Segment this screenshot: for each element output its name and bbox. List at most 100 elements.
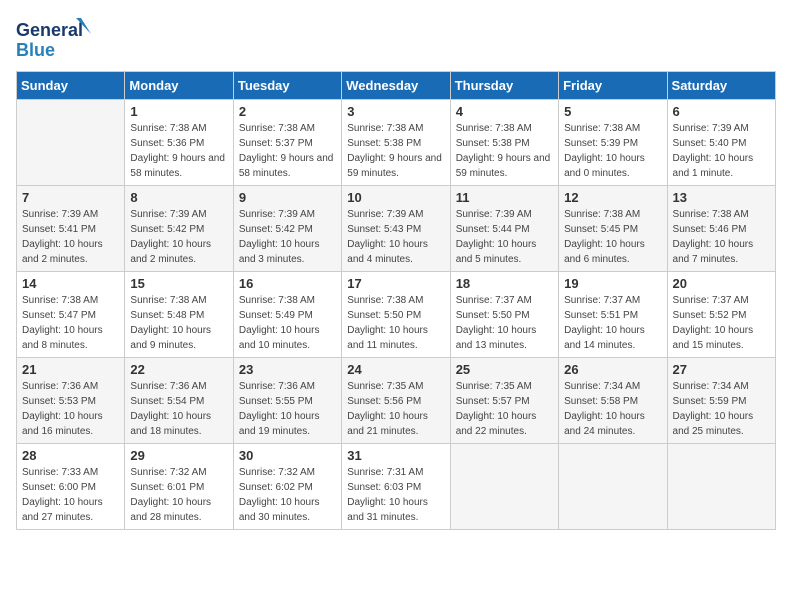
header-cell-monday: Monday	[125, 72, 233, 100]
calendar-cell: 24 Sunrise: 7:35 AMSunset: 5:56 PMDayligh…	[342, 358, 450, 444]
day-info: Sunrise: 7:35 AMSunset: 5:57 PMDaylight:…	[456, 379, 553, 439]
day-number: 19	[564, 276, 661, 291]
calendar-cell: 28 Sunrise: 7:33 AMSunset: 6:00 PMDayligh…	[17, 444, 125, 530]
header-cell-wednesday: Wednesday	[342, 72, 450, 100]
day-number: 8	[130, 190, 227, 205]
calendar-cell: 15 Sunrise: 7:38 AMSunset: 5:48 PMDayligh…	[125, 272, 233, 358]
calendar-cell: 4Sunrise: 7:38 AMSunset: 5:38 PMDaylight…	[450, 100, 558, 186]
calendar-cell: 17 Sunrise: 7:38 AMSunset: 5:50 PMDayligh…	[342, 272, 450, 358]
header-cell-thursday: Thursday	[450, 72, 558, 100]
day-number: 12	[564, 190, 661, 205]
calendar-cell: 7 Sunrise: 7:39 AMSunset: 5:41 PMDaylight…	[17, 186, 125, 272]
calendar-cell	[450, 444, 558, 530]
day-info: Sunrise: 7:39 AMSunset: 5:43 PMDaylight:…	[347, 207, 444, 267]
day-number: 23	[239, 362, 336, 377]
day-number: 22	[130, 362, 227, 377]
day-info: Sunrise: 7:37 AMSunset: 5:50 PMDaylight:…	[456, 293, 553, 353]
day-number: 6	[673, 104, 770, 119]
day-number: 21	[22, 362, 119, 377]
day-number: 31	[347, 448, 444, 463]
day-info: Sunrise: 7:37 AMSunset: 5:51 PMDaylight:…	[564, 293, 661, 353]
day-number: 7	[22, 190, 119, 205]
day-info: Sunrise: 7:38 AMSunset: 5:50 PMDaylight:…	[347, 293, 444, 353]
day-number: 2	[239, 104, 336, 119]
header-row: SundayMondayTuesdayWednesdayThursdayFrid…	[17, 72, 776, 100]
day-info: Sunrise: 7:38 AMSunset: 5:48 PMDaylight:…	[130, 293, 227, 353]
day-number: 27	[673, 362, 770, 377]
page-header: GeneralBlue	[16, 16, 776, 61]
calendar-week-3: 14Sunrise: 7:38 AMSunset: 5:47 PMDayligh…	[17, 272, 776, 358]
day-number: 16	[239, 276, 336, 291]
day-number: 4	[456, 104, 553, 119]
day-number: 15	[130, 276, 227, 291]
day-info: Sunrise: 7:38 AMSunset: 5:47 PMDaylight:…	[22, 293, 119, 353]
day-info: Sunrise: 7:39 AMSunset: 5:42 PMDaylight:…	[130, 207, 227, 267]
day-info: Sunrise: 7:31 AMSunset: 6:03 PMDaylight:…	[347, 465, 444, 525]
calendar-cell: 31 Sunrise: 7:31 AMSunset: 6:03 PMDayligh…	[342, 444, 450, 530]
day-info: Sunrise: 7:38 AMSunset: 5:36 PMDaylight:…	[130, 121, 227, 181]
day-number: 28	[22, 448, 119, 463]
calendar-cell	[559, 444, 667, 530]
calendar-cell: 1 Sunrise: 7:38 AMSunset: 5:36 PMDaylight…	[125, 100, 233, 186]
day-info: Sunrise: 7:35 AMSunset: 5:56 PMDaylight:…	[347, 379, 444, 439]
calendar-week-4: 21 Sunrise: 7:36 AMSunset: 5:53 PMDayligh…	[17, 358, 776, 444]
calendar-cell: 9Sunrise: 7:39 AMSunset: 5:42 PMDaylight…	[233, 186, 341, 272]
day-info: Sunrise: 7:38 AMSunset: 5:45 PMDaylight:…	[564, 207, 661, 267]
day-number: 5	[564, 104, 661, 119]
calendar-cell: 30Sunrise: 7:32 AMSunset: 6:02 PMDayligh…	[233, 444, 341, 530]
day-info: Sunrise: 7:38 AMSunset: 5:38 PMDaylight:…	[347, 121, 444, 181]
logo-svg: GeneralBlue	[16, 16, 96, 61]
day-number: 3	[347, 104, 444, 119]
calendar-cell: 2 Sunrise: 7:38 AMSunset: 5:37 PMDaylight…	[233, 100, 341, 186]
day-info: Sunrise: 7:39 AMSunset: 5:40 PMDaylight:…	[673, 121, 770, 181]
day-info: Sunrise: 7:36 AMSunset: 5:55 PMDaylight:…	[239, 379, 336, 439]
day-number: 20	[673, 276, 770, 291]
day-info: Sunrise: 7:37 AMSunset: 5:52 PMDaylight:…	[673, 293, 770, 353]
calendar-cell	[17, 100, 125, 186]
day-info: Sunrise: 7:36 AMSunset: 5:54 PMDaylight:…	[130, 379, 227, 439]
header-cell-friday: Friday	[559, 72, 667, 100]
day-info: Sunrise: 7:36 AMSunset: 5:53 PMDaylight:…	[22, 379, 119, 439]
calendar-cell: 20 Sunrise: 7:37 AMSunset: 5:52 PMDayligh…	[667, 272, 775, 358]
day-info: Sunrise: 7:39 AMSunset: 5:44 PMDaylight:…	[456, 207, 553, 267]
calendar-cell: 18 Sunrise: 7:37 AMSunset: 5:50 PMDayligh…	[450, 272, 558, 358]
day-number: 18	[456, 276, 553, 291]
calendar-table: SundayMondayTuesdayWednesdayThursdayFrid…	[16, 71, 776, 530]
day-info: Sunrise: 7:33 AMSunset: 6:00 PMDaylight:…	[22, 465, 119, 525]
day-number: 29	[130, 448, 227, 463]
calendar-cell: 29Sunrise: 7:32 AMSunset: 6:01 PMDayligh…	[125, 444, 233, 530]
day-info: Sunrise: 7:39 AMSunset: 5:41 PMDaylight:…	[22, 207, 119, 267]
day-info: Sunrise: 7:34 AMSunset: 5:59 PMDaylight:…	[673, 379, 770, 439]
calendar-cell: 27 Sunrise: 7:34 AMSunset: 5:59 PMDayligh…	[667, 358, 775, 444]
calendar-cell: 12 Sunrise: 7:38 AMSunset: 5:45 PMDayligh…	[559, 186, 667, 272]
header-cell-sunday: Sunday	[17, 72, 125, 100]
calendar-cell: 3 Sunrise: 7:38 AMSunset: 5:38 PMDaylight…	[342, 100, 450, 186]
day-number: 17	[347, 276, 444, 291]
calendar-cell: 6 Sunrise: 7:39 AMSunset: 5:40 PMDaylight…	[667, 100, 775, 186]
day-number: 11	[456, 190, 553, 205]
calendar-cell: 21 Sunrise: 7:36 AMSunset: 5:53 PMDayligh…	[17, 358, 125, 444]
calendar-week-1: 1 Sunrise: 7:38 AMSunset: 5:36 PMDaylight…	[17, 100, 776, 186]
header-cell-tuesday: Tuesday	[233, 72, 341, 100]
svg-text:Blue: Blue	[16, 40, 55, 60]
logo: GeneralBlue	[16, 16, 96, 61]
header-cell-saturday: Saturday	[667, 72, 775, 100]
calendar-week-2: 7 Sunrise: 7:39 AMSunset: 5:41 PMDaylight…	[17, 186, 776, 272]
calendar-cell: 25 Sunrise: 7:35 AMSunset: 5:57 PMDayligh…	[450, 358, 558, 444]
calendar-cell: 23 Sunrise: 7:36 AMSunset: 5:55 PMDayligh…	[233, 358, 341, 444]
day-number: 26	[564, 362, 661, 377]
day-number: 25	[456, 362, 553, 377]
calendar-cell	[667, 444, 775, 530]
day-number: 24	[347, 362, 444, 377]
day-info: Sunrise: 7:38 AMSunset: 5:49 PMDaylight:…	[239, 293, 336, 353]
day-number: 10	[347, 190, 444, 205]
day-number: 30	[239, 448, 336, 463]
calendar-cell: 26Sunrise: 7:34 AMSunset: 5:58 PMDayligh…	[559, 358, 667, 444]
svg-text:General: General	[16, 20, 83, 40]
calendar-cell: 16 Sunrise: 7:38 AMSunset: 5:49 PMDayligh…	[233, 272, 341, 358]
day-info: Sunrise: 7:38 AMSunset: 5:37 PMDaylight:…	[239, 121, 336, 181]
calendar-cell: 14Sunrise: 7:38 AMSunset: 5:47 PMDayligh…	[17, 272, 125, 358]
calendar-body: 1 Sunrise: 7:38 AMSunset: 5:36 PMDaylight…	[17, 100, 776, 530]
day-info: Sunrise: 7:39 AMSunset: 5:42 PMDaylight:…	[239, 207, 336, 267]
day-number: 1	[130, 104, 227, 119]
